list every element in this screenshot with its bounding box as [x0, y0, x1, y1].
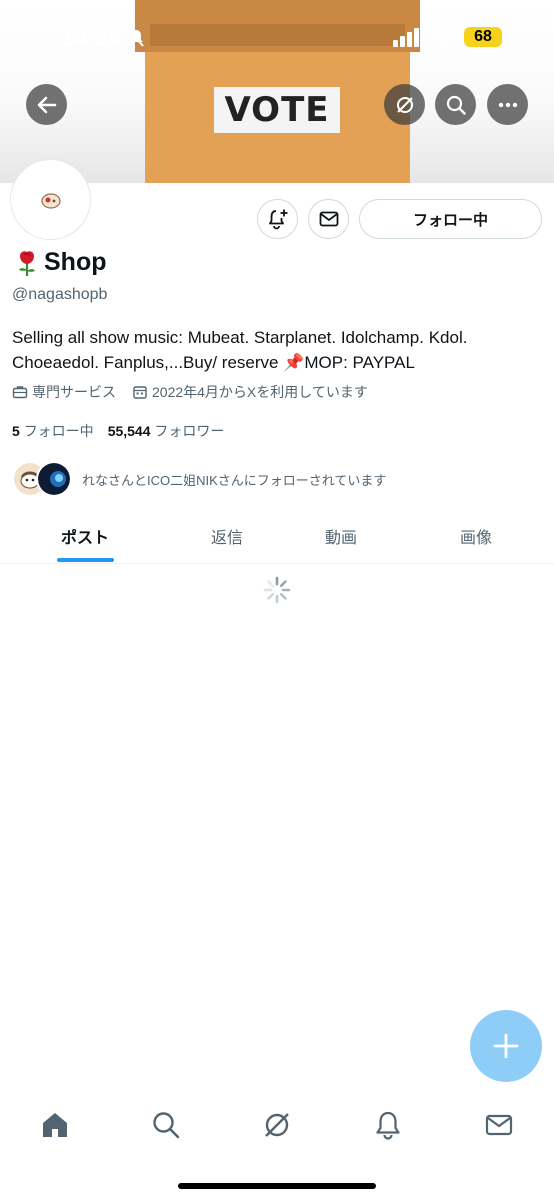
profile-category[interactable]: 専門サービス: [32, 382, 116, 402]
search-icon: [153, 1112, 180, 1139]
tab-posts[interactable]: ポスト: [61, 524, 109, 548]
notification-subscribe-button[interactable]: [257, 199, 298, 239]
followers-count: 55,544: [107, 423, 151, 439]
mutual-avatar-2: [36, 461, 72, 497]
followed-by-text: れなさんとICO二姐NIKさんにフォローされています: [82, 472, 387, 488]
followers-label: フォロワー: [154, 423, 225, 439]
nav-grok[interactable]: [260, 1108, 294, 1142]
more-horizontal-icon: [498, 102, 517, 107]
nav-notifications[interactable]: [371, 1108, 405, 1142]
profile-handle: @nagashopb: [12, 286, 108, 303]
avatar-image: [40, 192, 61, 209]
followers-stat[interactable]: 55,544 フォロワー: [108, 421, 225, 441]
status-bar: 14:26 68: [0, 0, 554, 74]
grok-icon: [396, 96, 413, 113]
profile-stats: 5 フォロー中 55,544 フォロワー: [12, 421, 224, 441]
messages-icon: [485, 1114, 513, 1136]
active-tab-indicator: [57, 558, 114, 562]
envelope-icon: [319, 211, 338, 227]
mute-bell-icon: [128, 29, 144, 47]
status-time: 14:26: [62, 24, 121, 50]
nav-search[interactable]: [149, 1108, 183, 1142]
plus-icon: [493, 1033, 519, 1059]
following-count: 5: [12, 423, 20, 439]
battery-indicator: 68: [464, 27, 502, 47]
tab-replies[interactable]: 返信: [211, 524, 243, 548]
search-button[interactable]: [435, 84, 476, 125]
nav-messages[interactable]: [482, 1108, 516, 1142]
back-button[interactable]: [26, 84, 67, 125]
vote-card: VOTE: [214, 87, 340, 133]
rose-icon: [19, 250, 35, 276]
profile-name-text: Shop: [44, 248, 107, 276]
home-icon: [43, 1113, 67, 1137]
profile-meta: 専門サービス 2022年4月からXを利用しています: [12, 382, 368, 402]
grok-button[interactable]: [384, 84, 425, 125]
following-button[interactable]: フォロー中: [359, 199, 542, 239]
profile-tabs: ポスト 返信 動画 画像: [0, 510, 554, 564]
followed-by-row[interactable]: れなさんとICO二姐NIKさんにフォローされています: [12, 460, 386, 498]
wifi-icon: [430, 26, 456, 46]
tab-images[interactable]: 画像: [460, 524, 492, 548]
profile-name: Shop: [13, 248, 107, 277]
tab-videos[interactable]: 動画: [325, 524, 357, 548]
nav-home[interactable]: [38, 1108, 72, 1142]
more-options-button[interactable]: [487, 84, 528, 125]
profile-avatar[interactable]: [11, 160, 90, 239]
arrow-left-icon: [37, 96, 56, 113]
search-icon: [446, 95, 466, 115]
cellular-signal-icon: [393, 28, 419, 47]
bell-plus-icon: [268, 209, 287, 230]
profile-joined-date: 2022年4月からXを利用しています: [152, 384, 368, 400]
following-button-label: フォロー中: [412, 211, 488, 229]
home-indicator: [178, 1183, 376, 1189]
briefcase-icon: [12, 386, 28, 399]
compose-post-button[interactable]: [470, 1010, 542, 1082]
grok-icon: [265, 1113, 289, 1137]
profile-bio: Selling all show music: Mubeat. Starplan…: [12, 328, 468, 372]
calendar-icon: [133, 386, 147, 399]
message-button[interactable]: [308, 199, 349, 239]
notifications-icon: [376, 1111, 400, 1140]
loading-spinner-icon: [263, 576, 291, 604]
following-label: フォロー中: [23, 423, 94, 439]
following-stat[interactable]: 5 フォロー中: [12, 421, 94, 441]
